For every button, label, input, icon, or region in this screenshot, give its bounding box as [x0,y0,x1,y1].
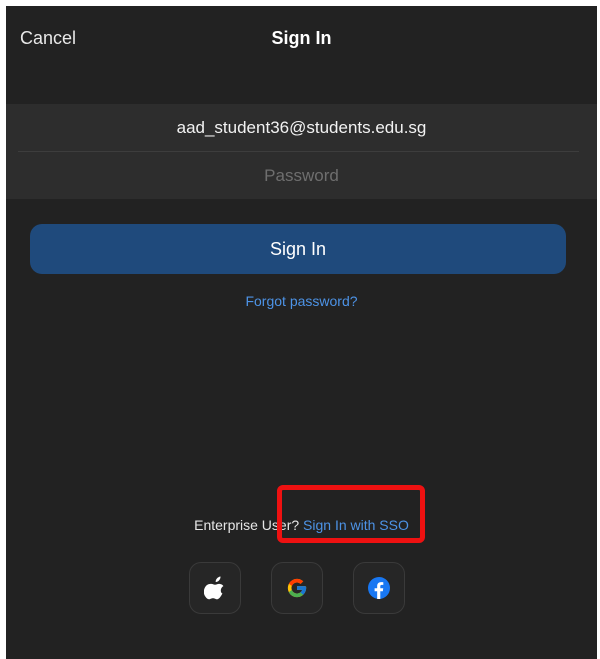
google-sign-in-button[interactable] [271,562,323,614]
highlight-annotation-box [277,485,425,543]
sign-in-button[interactable]: Sign In [30,224,566,274]
apple-icon [204,576,224,600]
password-field[interactable] [6,152,597,199]
credentials-form [6,104,597,199]
apple-sign-in-button[interactable] [189,562,241,614]
social-login-row [189,562,407,614]
google-icon [287,578,307,598]
forgot-password-link[interactable]: Forgot password? [6,293,597,309]
facebook-icon [368,577,390,599]
sign-in-screen: Sign In Cancel Sign In Forgot password? … [6,6,597,659]
enterprise-user-label: Enterprise User? [194,517,300,533]
facebook-sign-in-button[interactable] [353,562,405,614]
sign-in-with-sso-link[interactable]: Sign In with SSO [303,517,409,533]
page-title: Sign In [271,28,332,48]
cancel-button[interactable]: Cancel [20,28,76,49]
enterprise-sso-row: Enterprise User? Sign In with SSO [6,517,597,533]
email-field[interactable] [6,104,597,151]
